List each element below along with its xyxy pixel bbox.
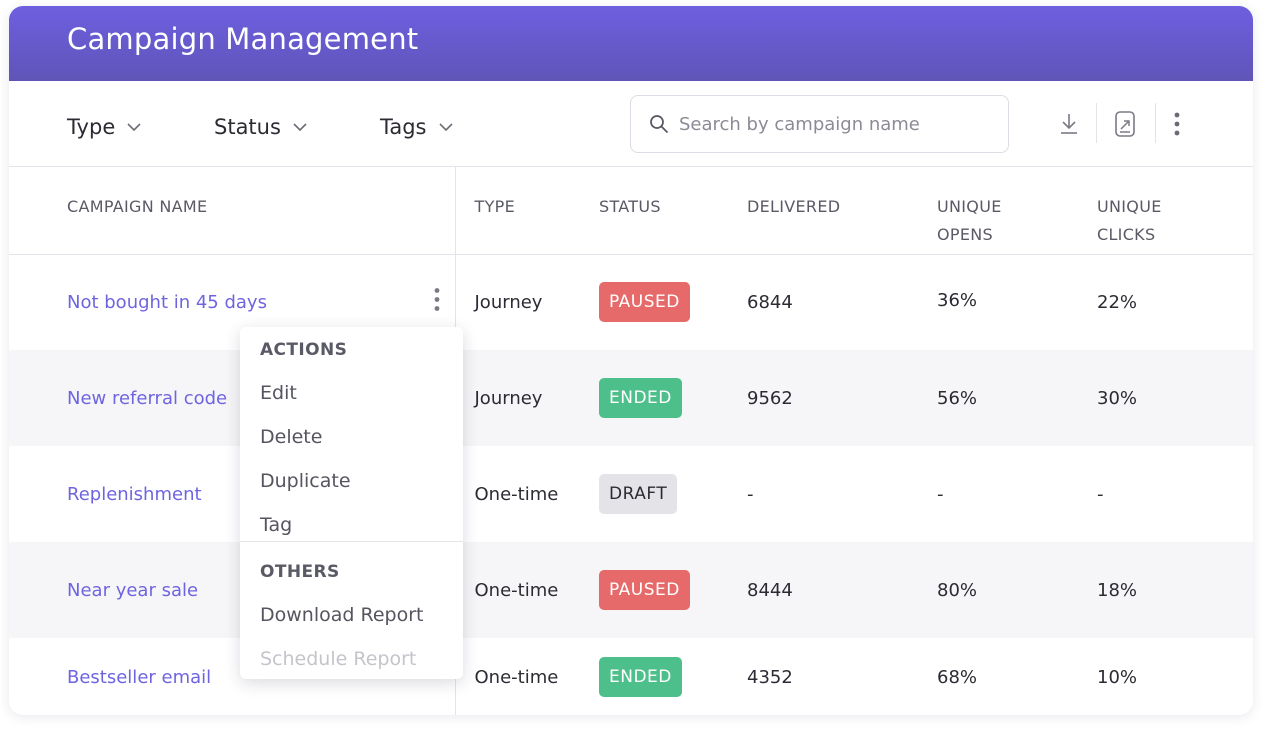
page-title: Campaign Management	[67, 22, 419, 56]
campaign-type: One-time	[474, 666, 559, 688]
campaign-name-link[interactable]: Near year sale	[67, 580, 198, 601]
campaign-type: Journey	[474, 291, 543, 313]
column-header-unique-clicks[interactable]: UNIQUE CLICKS	[1078, 167, 1253, 255]
page-header: Campaign Management	[9, 6, 1253, 81]
campaign-type: Journey	[474, 387, 543, 409]
tags-filter-label: Tags	[380, 115, 427, 139]
toolbar-divider	[1096, 103, 1097, 143]
menu-section-others: OTHERS	[260, 562, 340, 582]
menu-section-actions: ACTIONS	[260, 340, 348, 360]
campaigns-table: CAMPAIGN NAME TYPE STATUS DELIVERED UNIQ…	[9, 167, 1253, 715]
row-actions-kebab-icon[interactable]	[433, 286, 441, 319]
campaign-management-card: Campaign Management Type Status Tags Sea…	[9, 6, 1253, 715]
delivered-count: -	[747, 483, 754, 505]
row-actions-menu: ACTIONS Edit Delete Duplicate Tag OTHERS…	[240, 327, 463, 679]
menu-item-edit[interactable]: Edit	[260, 382, 297, 404]
campaign-type: One-time	[474, 483, 559, 505]
table-row: Not bought in 45 days Journey PAUSED 684…	[9, 254, 1253, 350]
export-report-icon[interactable]	[1113, 108, 1137, 140]
unique-opens: -	[937, 483, 944, 505]
toolbar-divider	[1155, 103, 1156, 143]
status-badge: ENDED	[599, 378, 682, 418]
menu-item-duplicate[interactable]: Duplicate	[260, 470, 351, 492]
menu-item-tag[interactable]: Tag	[260, 514, 292, 536]
more-vertical-icon[interactable]	[1169, 108, 1185, 140]
status-badge: PAUSED	[599, 570, 690, 610]
table-row: New referral code Journey ENDED 9562 56%…	[9, 350, 1253, 446]
chevron-down-icon	[438, 123, 453, 132]
delivered-count: 6844	[747, 291, 793, 313]
chevron-down-icon	[127, 123, 141, 132]
delivered-count: 9562	[747, 387, 793, 409]
unique-opens: 68%	[937, 666, 978, 688]
status-badge: DRAFT	[599, 474, 678, 514]
table-row: Bestseller email One-time ENDED 4352 68%…	[9, 638, 1253, 715]
unique-opens: 80%	[937, 579, 978, 601]
tags-filter-dropdown[interactable]: Tags	[380, 115, 455, 139]
column-header-campaign-name[interactable]: CAMPAIGN NAME	[9, 167, 456, 255]
unique-clicks: 18%	[1097, 579, 1138, 601]
search-icon	[650, 115, 668, 133]
search-box	[630, 95, 1009, 153]
delivered-count: 8444	[747, 579, 793, 601]
table-header-row: CAMPAIGN NAME TYPE STATUS DELIVERED UNIQ…	[9, 167, 1253, 255]
type-filter-dropdown[interactable]: Type	[67, 115, 143, 139]
menu-item-schedule-report: Schedule Report	[260, 648, 417, 670]
type-filter-label: Type	[67, 115, 116, 139]
column-header-unique-opens[interactable]: UNIQUE OPENS	[918, 167, 1078, 255]
table-row: Replenishment One-time DRAFT - - -	[9, 446, 1253, 542]
unique-clicks: 10%	[1097, 666, 1138, 688]
status-filter-dropdown[interactable]: Status	[214, 115, 309, 139]
column-header-status[interactable]: STATUS	[580, 167, 728, 255]
column-header-type[interactable]: TYPE	[455, 167, 580, 255]
campaign-name-link[interactable]: Replenishment	[67, 484, 202, 505]
search-input[interactable]	[679, 113, 999, 135]
status-badge: ENDED	[599, 657, 682, 697]
status-badge: PAUSED	[599, 282, 690, 323]
status-filter-label: Status	[214, 115, 281, 139]
campaign-name-link[interactable]: Bestseller email	[67, 667, 211, 688]
unique-opens: 36%	[937, 289, 978, 311]
unique-clicks: 30%	[1097, 387, 1138, 409]
download-icon[interactable]	[1058, 109, 1080, 139]
toolbar: Type Status Tags	[9, 81, 1253, 167]
campaign-name-link[interactable]: Not bought in 45 days	[67, 292, 267, 313]
menu-divider	[240, 541, 463, 542]
unique-opens: 56%	[937, 387, 978, 409]
delivered-count: 4352	[747, 666, 793, 688]
campaign-name-link[interactable]: New referral code	[67, 388, 227, 409]
chevron-down-icon	[293, 123, 307, 132]
unique-clicks: 22%	[1097, 291, 1138, 313]
campaign-type: One-time	[474, 579, 559, 601]
table-row: Near year sale One-time PAUSED 8444 80% …	[9, 542, 1253, 638]
menu-item-download-report[interactable]: Download Report	[260, 604, 423, 626]
unique-clicks: -	[1097, 483, 1104, 505]
menu-item-delete[interactable]: Delete	[260, 426, 322, 448]
column-header-delivered[interactable]: DELIVERED	[728, 167, 918, 255]
